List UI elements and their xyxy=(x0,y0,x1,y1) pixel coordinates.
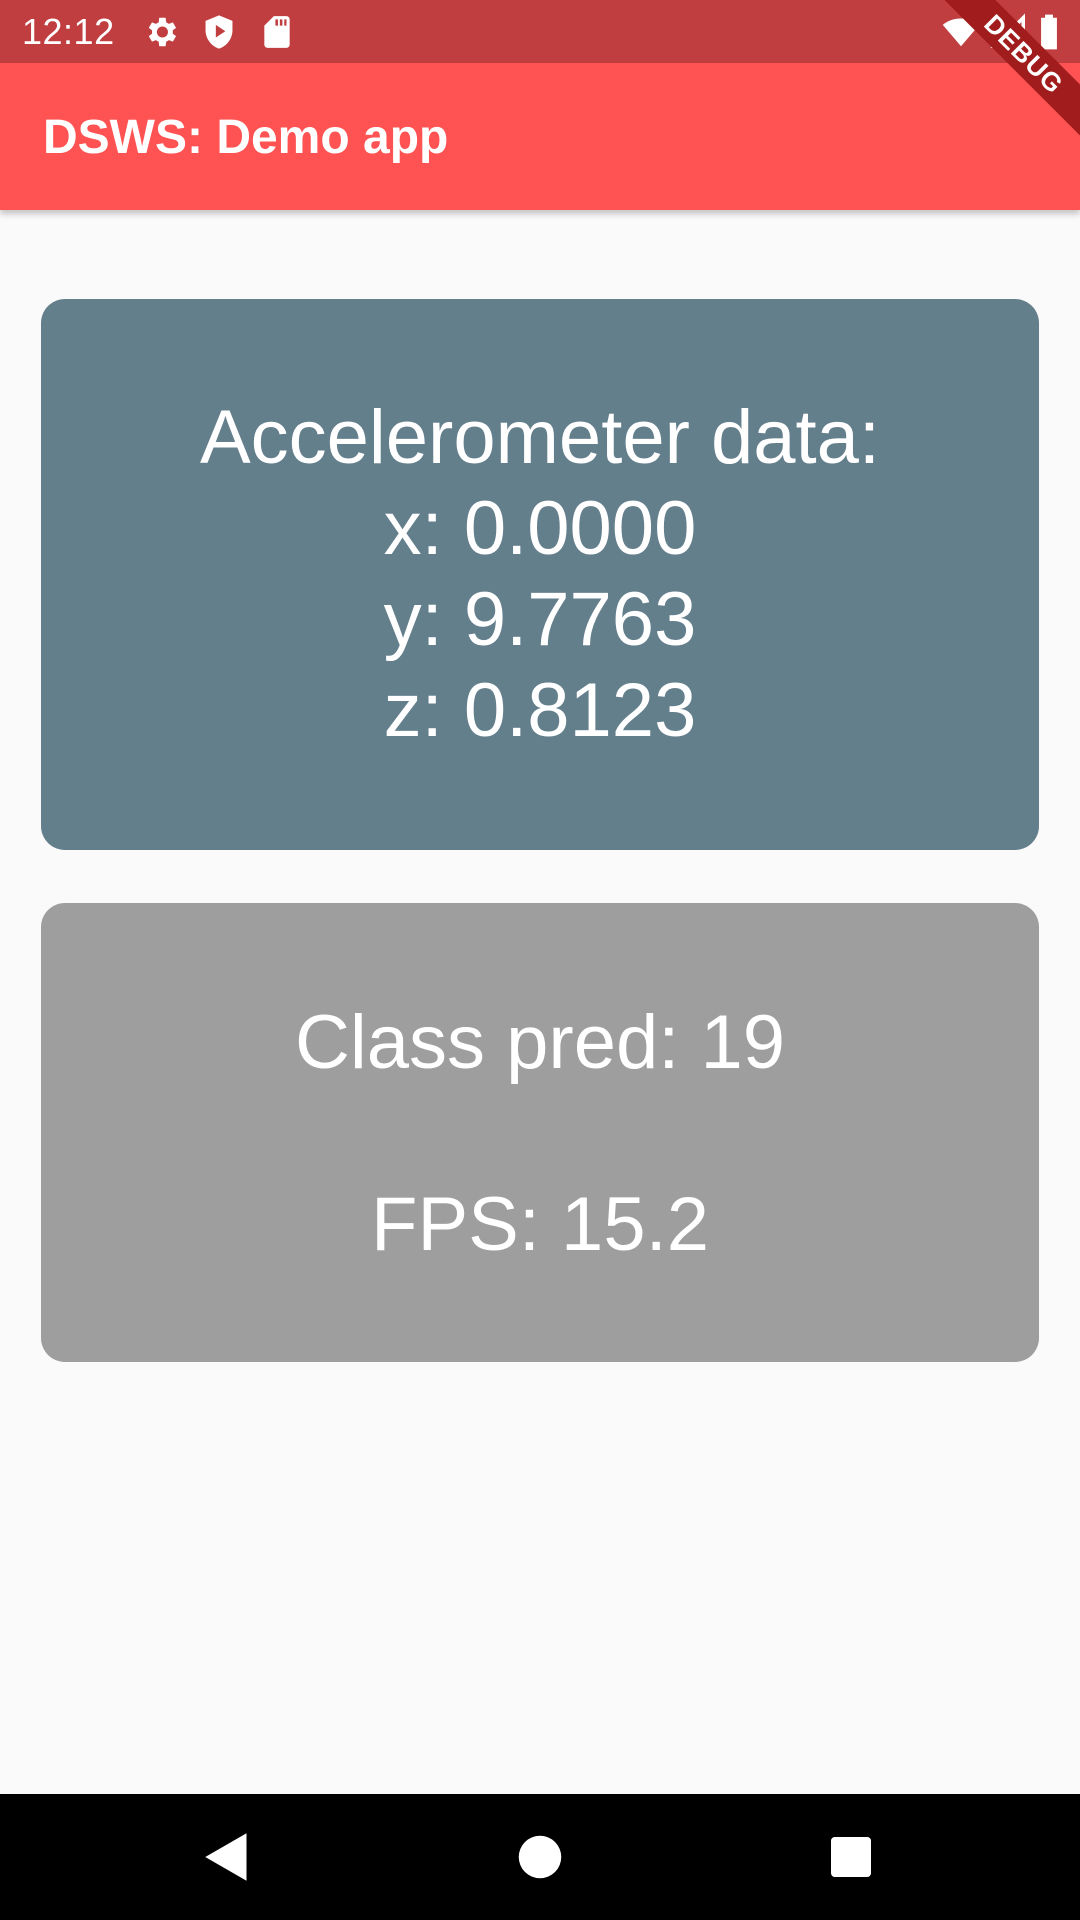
nav-bar xyxy=(0,1794,1080,1920)
sd-card-icon xyxy=(258,13,296,51)
status-bar: 12:12 xyxy=(0,0,1080,63)
app-title: DSWS: Demo app xyxy=(43,111,449,164)
accelerometer-text: Accelerometer data: x: 0.0000 y: 9.7763 … xyxy=(41,392,1039,756)
prediction-text: Class pred: 19 FPS: 15.2 xyxy=(41,997,1039,1270)
shield-play-icon xyxy=(200,13,238,51)
status-time: 12:12 xyxy=(22,11,115,52)
app-bar: DSWS: Demo app xyxy=(0,63,1080,210)
home-icon[interactable] xyxy=(510,1827,570,1887)
accelerometer-y: y: 9.7763 xyxy=(383,577,697,662)
recents-icon[interactable] xyxy=(821,1827,881,1887)
back-icon[interactable] xyxy=(199,1827,259,1887)
accelerometer-card: Accelerometer data: x: 0.0000 y: 9.7763 … xyxy=(41,299,1039,850)
settings-icon xyxy=(142,13,180,51)
accelerometer-z: z: 0.8123 xyxy=(383,668,697,753)
prediction-spacer xyxy=(41,1088,1039,1179)
fps: FPS: 15.2 xyxy=(371,1182,709,1267)
accelerometer-x: x: 0.0000 xyxy=(383,486,697,571)
screen: 12:12 DEBUG DSWS: Demo app Accelerometer… xyxy=(0,0,1080,1920)
accelerometer-heading: Accelerometer data: xyxy=(199,395,881,480)
class-pred: Class pred: 19 xyxy=(294,1000,786,1085)
prediction-card: Class pred: 19 FPS: 15.2 xyxy=(41,903,1039,1362)
